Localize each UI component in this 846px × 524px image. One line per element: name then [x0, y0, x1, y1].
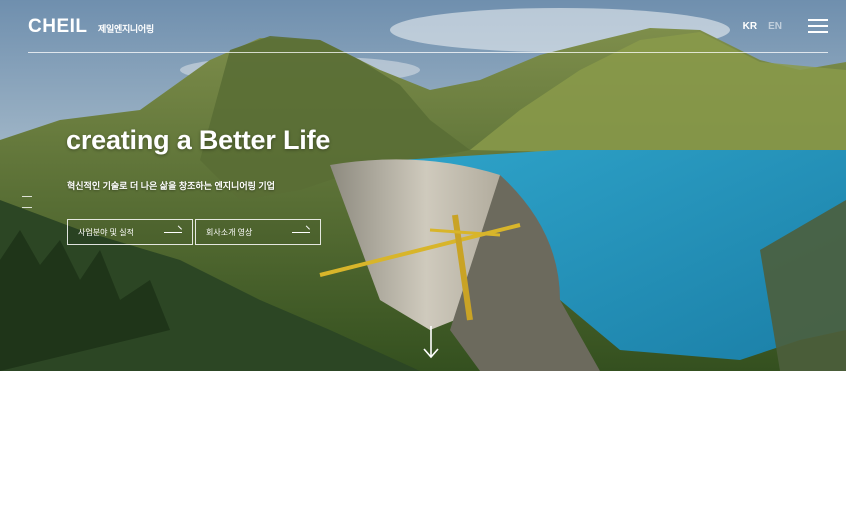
cheil-logo-icon: CHEIL	[28, 16, 88, 36]
hero-section: CHEIL 제일엔지니어링 KR EN creating a Better Li…	[0, 0, 846, 371]
hamburger-icon	[808, 19, 828, 21]
content-area	[0, 371, 846, 524]
arrow-right-icon	[164, 232, 182, 233]
site-header: CHEIL 제일엔지니어링 KR EN	[28, 0, 828, 53]
arrow-right-icon	[292, 232, 310, 233]
business-areas-label: 사업분야 및 실적	[78, 227, 134, 237]
lang-en-link[interactable]: EN	[768, 21, 782, 32]
company-video-label: 회사소개 영상	[206, 227, 253, 237]
slide-dot[interactable]	[22, 207, 32, 208]
slide-indicator	[22, 196, 32, 218]
brand-logo[interactable]: CHEIL 제일엔지니어링	[28, 14, 154, 36]
brand-subtitle: 제일엔지니어링	[98, 24, 154, 34]
hero-headline: creating a Better Life	[66, 125, 331, 155]
business-areas-button[interactable]: 사업분야 및 실적	[67, 219, 193, 245]
language-switcher: KR EN	[743, 21, 782, 32]
slide-dot[interactable]	[22, 196, 32, 197]
arrow-down-icon[interactable]	[421, 326, 441, 360]
svg-text:CHEIL: CHEIL	[28, 16, 88, 36]
company-video-button[interactable]: 회사소개 영상	[195, 219, 321, 245]
menu-button[interactable]	[808, 18, 828, 34]
hero-subline: 혁신적인 기술로 더 나은 삶을 창조하는 엔지니어링 기업	[67, 181, 275, 191]
lang-kr-link[interactable]: KR	[743, 21, 757, 32]
